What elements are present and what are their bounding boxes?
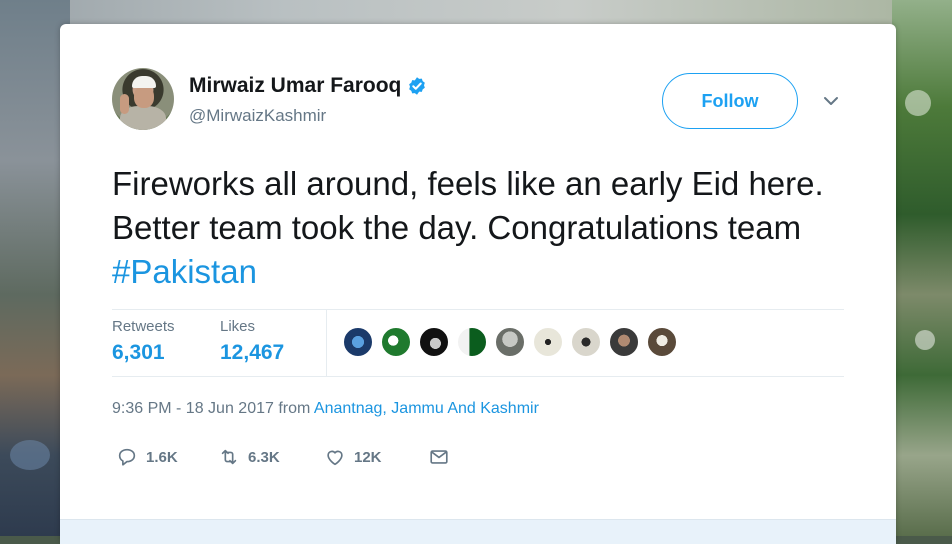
envelope-icon (430, 450, 448, 464)
reply-icon (118, 448, 136, 466)
background-blob (905, 90, 931, 116)
retweet-count: 6.3K (248, 448, 280, 466)
retweet-icon (221, 449, 237, 465)
liker-avatar[interactable] (646, 326, 678, 358)
reply-count: 1.6K (146, 448, 178, 466)
retweets-label: Retweets (112, 318, 175, 335)
verified-badge-icon (409, 77, 426, 95)
retweet-button[interactable]: 6.3K (218, 446, 280, 468)
tweet-timestamp: 9:36 PM - 18 Jun 2017 from Anantnag, Jam… (112, 400, 539, 418)
stats-separator (326, 310, 327, 376)
liker-avatar[interactable] (418, 326, 450, 358)
location-link[interactable]: Anantnag, Jammu And Kashmir (314, 400, 539, 417)
from-word: from (278, 400, 311, 417)
message-button[interactable] (428, 446, 450, 468)
card-footer-strip (60, 519, 896, 544)
chevron-down-icon[interactable] (822, 94, 840, 108)
retweets-value: 6,301 (112, 341, 165, 364)
background-blob (10, 440, 50, 470)
reply-button[interactable]: 1.6K (116, 446, 178, 468)
background-blob (915, 330, 935, 350)
background-right-strip (892, 0, 952, 536)
retweets-stat[interactable]: Retweets 6,301 (112, 318, 175, 365)
liker-avatar[interactable] (494, 326, 526, 358)
tweet-text: Fireworks all around, feels like an earl… (112, 162, 852, 294)
liker-avatar[interactable] (608, 326, 640, 358)
like-count: 12K (354, 448, 382, 466)
author-name-row[interactable]: Mirwaiz Umar Farooq (189, 74, 427, 98)
liker-avatar[interactable] (570, 326, 602, 358)
stats-top-divider (112, 309, 844, 310)
liker-avatar[interactable] (532, 326, 564, 358)
tweet-card: Mirwaiz Umar Farooq @MirwaizKashmir Foll… (60, 24, 896, 544)
liker-avatar[interactable] (380, 326, 412, 358)
liker-avatar[interactable] (342, 326, 374, 358)
timestamp-text[interactable]: 9:36 PM - 18 Jun 2017 (112, 400, 274, 417)
background-top-strip (0, 0, 952, 26)
stats-bottom-divider (112, 376, 844, 377)
author-display-name[interactable]: Mirwaiz Umar Farooq (189, 74, 401, 98)
author-handle[interactable]: @MirwaizKashmir (189, 106, 326, 126)
like-button[interactable]: 12K (324, 446, 382, 468)
tweet-text-body: Fireworks all around, feels like an earl… (112, 165, 824, 246)
follow-button[interactable]: Follow (662, 73, 798, 129)
likes-label: Likes (220, 318, 256, 335)
heart-icon (327, 450, 343, 466)
hashtag-link[interactable]: #Pakistan (112, 253, 257, 290)
likes-stat[interactable]: Likes 12,467 (220, 318, 284, 365)
author-avatar[interactable] (112, 68, 174, 130)
likes-value: 12,467 (220, 341, 285, 364)
liker-avatar[interactable] (456, 326, 488, 358)
